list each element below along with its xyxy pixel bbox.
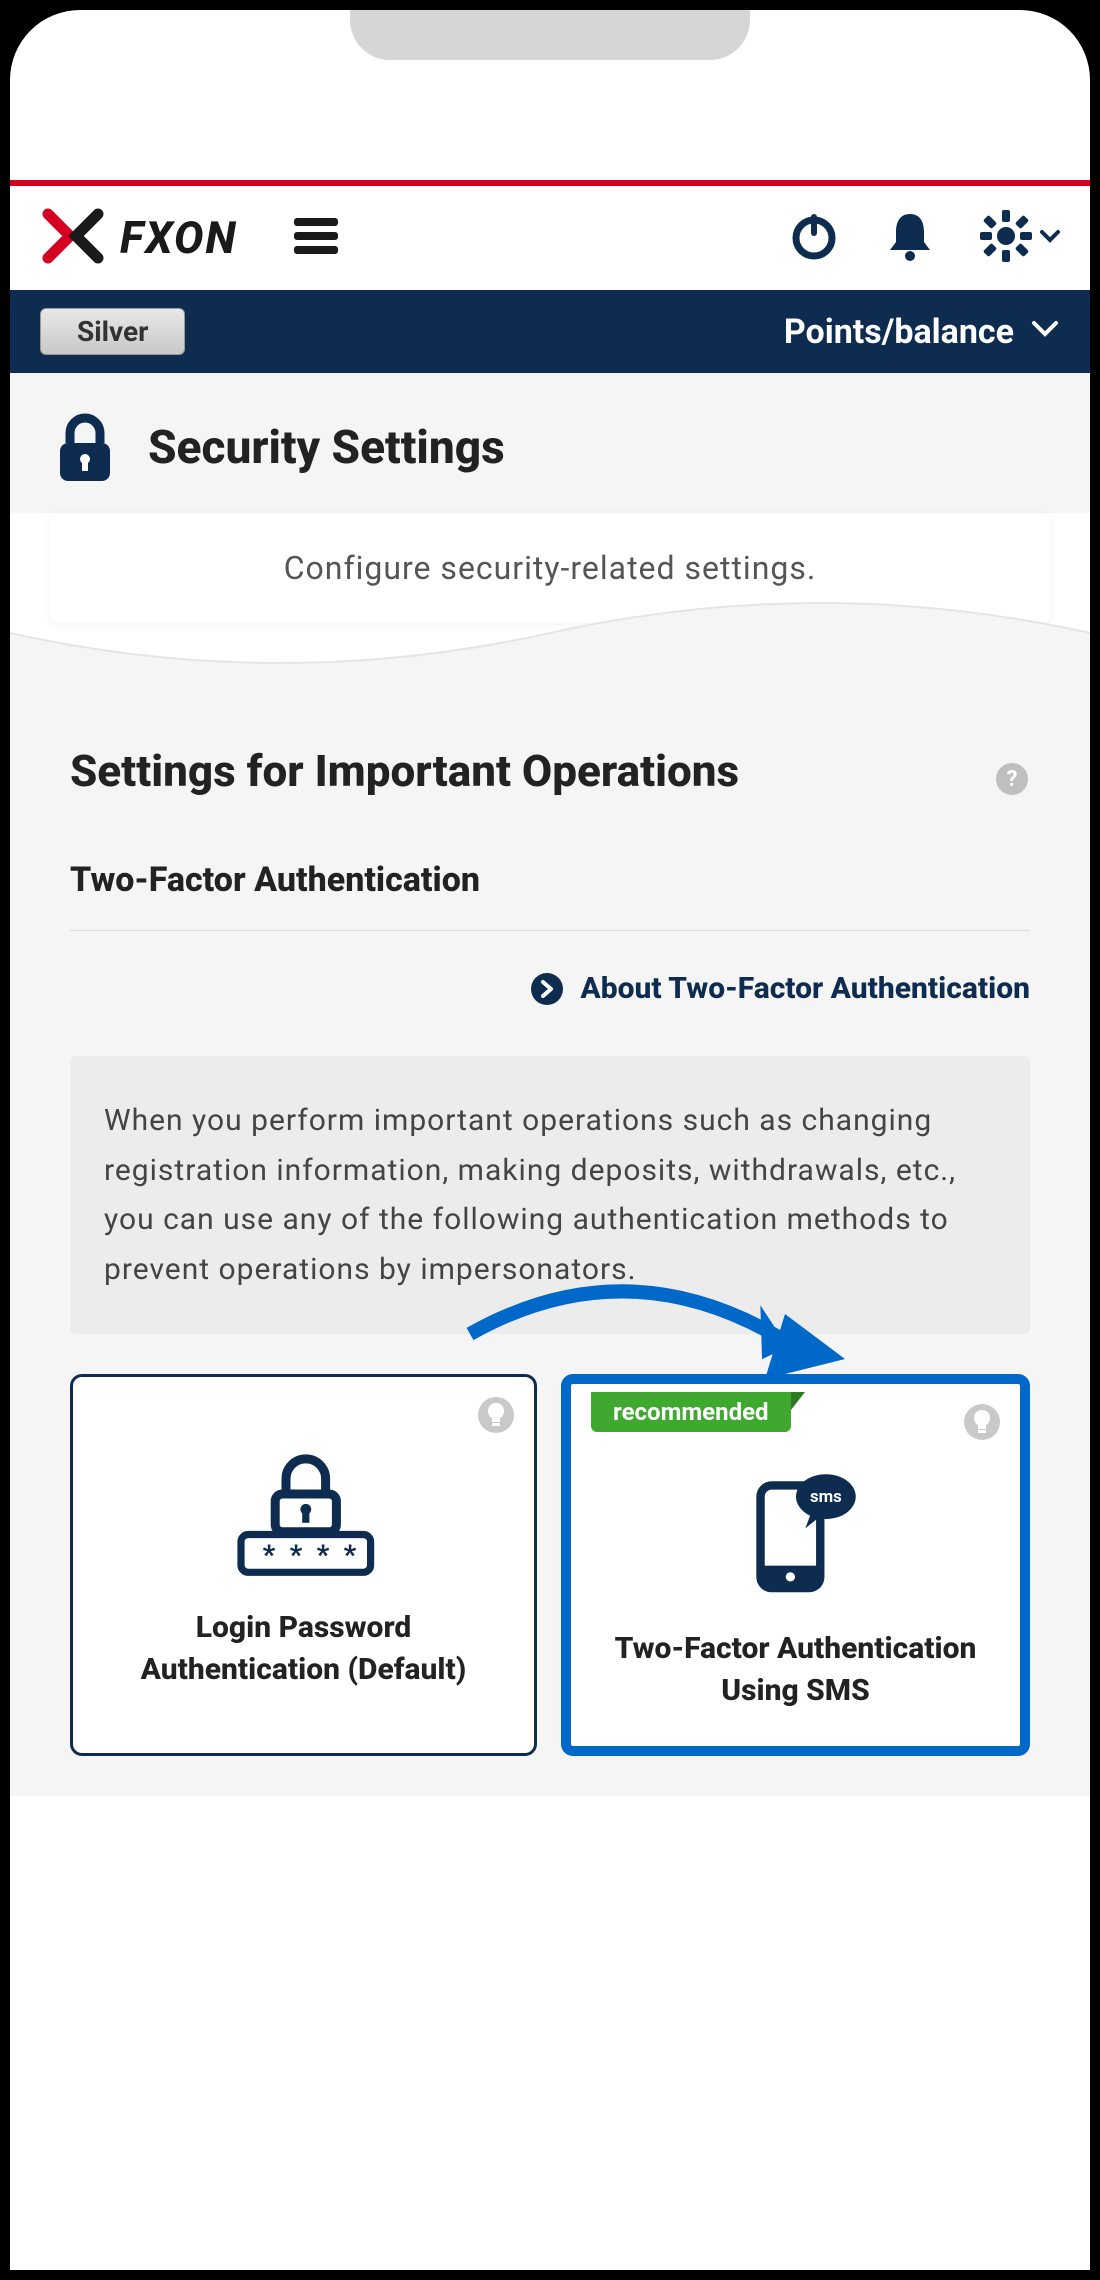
- svg-text:*: *: [289, 1538, 302, 1570]
- brand-logo[interactable]: FXON: [38, 206, 238, 270]
- chevron-down-icon: [1030, 312, 1060, 352]
- auth-option-sms[interactable]: recommended: [561, 1374, 1030, 1756]
- about-2fa-link[interactable]: About Two-Factor Authentication: [70, 971, 1030, 1006]
- wave-separator: [10, 593, 1090, 713]
- brand-name: FXON: [120, 212, 238, 264]
- auth-option-label: Two-Factor Authentication Using SMS: [585, 1628, 1006, 1712]
- points-balance-label: Points/balance: [784, 312, 1014, 352]
- gear-icon: [978, 208, 1034, 268]
- brand-mark-icon: [38, 206, 108, 270]
- sms-auth-icon: sms: [585, 1458, 1006, 1608]
- svg-text:*: *: [316, 1538, 329, 1570]
- password-auth-icon: * * * *: [93, 1437, 514, 1587]
- phone-notch: [350, 10, 750, 60]
- auth-option-label: Login Password Authentication (Default): [93, 1607, 514, 1691]
- lock-icon: [50, 413, 120, 483]
- about-link-label: About Two-Factor Authentication: [580, 971, 1030, 1006]
- app-header: FXON: [10, 186, 1090, 290]
- bell-icon[interactable]: [882, 208, 938, 268]
- svg-text:sms: sms: [809, 1487, 841, 1507]
- content-area: Settings for Important Operations ? Two-…: [10, 713, 1090, 1796]
- page-title: Security Settings: [148, 421, 505, 475]
- svg-text:?: ?: [1007, 767, 1018, 792]
- sub-header: Silver Points/balance: [10, 290, 1090, 373]
- bulb-hint-icon[interactable]: [476, 1395, 516, 1435]
- menu-icon[interactable]: [288, 208, 344, 268]
- tier-badge: Silver: [40, 308, 185, 355]
- subsection-title: Two-Factor Authentication: [70, 860, 1030, 931]
- points-balance-toggle[interactable]: Points/balance: [784, 312, 1060, 352]
- svg-text:*: *: [262, 1538, 275, 1570]
- phone-frame: FXON: [0, 0, 1100, 2280]
- section-title: Settings for Important Operations: [70, 743, 974, 800]
- auth-options: * * * * Login Password Authentication (D…: [70, 1374, 1030, 1756]
- phone-screen: FXON: [10, 10, 1090, 2270]
- arrow-right-circle-icon: [530, 972, 564, 1006]
- page-header: Security Settings: [10, 373, 1090, 513]
- auth-option-password[interactable]: * * * * Login Password Authentication (D…: [70, 1374, 537, 1756]
- page-description: Configure security-related settings.: [284, 549, 817, 587]
- recommended-badge: recommended: [591, 1392, 791, 1432]
- power-icon[interactable]: [786, 208, 842, 268]
- help-icon[interactable]: ?: [994, 761, 1030, 797]
- settings-menu[interactable]: [978, 208, 1062, 268]
- bulb-hint-icon[interactable]: [962, 1402, 1002, 1442]
- chevron-down-icon: [1038, 224, 1062, 252]
- svg-text:*: *: [343, 1538, 356, 1570]
